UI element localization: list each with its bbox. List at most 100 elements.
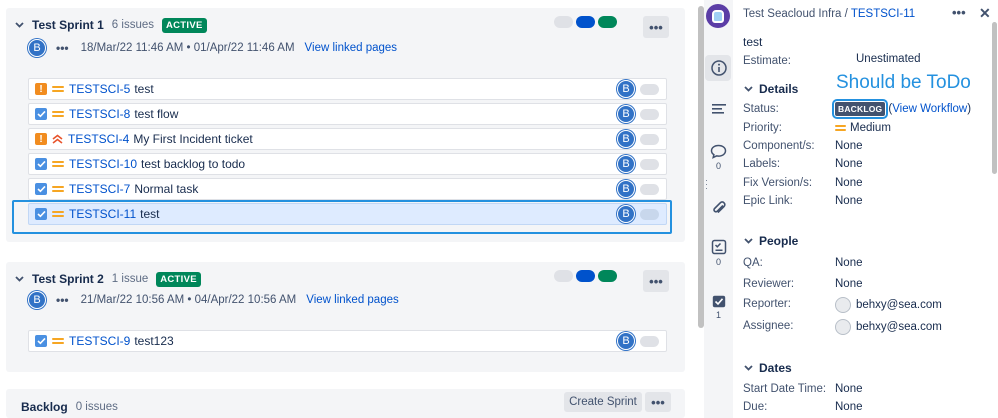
subtask-count: 1 — [715, 310, 721, 320]
sprint-more-button[interactable]: ••• — [643, 16, 669, 38]
view-linked-pages-link[interactable]: View linked pages — [306, 294, 399, 306]
issue-row[interactable]: TESTSCI-8 test flow B — [28, 103, 667, 125]
estimate-toggle[interactable] — [640, 184, 659, 195]
backlog-panel: Backlog 0 issues Create Sprint ••• — [6, 389, 685, 418]
sprint-name: Test Sprint 1 — [32, 18, 104, 32]
due-value[interactable]: None — [835, 401, 863, 413]
issue-key-link[interactable]: TESTSCI-5 — [69, 82, 130, 96]
comment-icon[interactable]: 0 — [704, 144, 733, 171]
in-progress-pill — [576, 270, 595, 282]
qa-label: QA: — [743, 257, 763, 269]
due-label: Due: — [743, 401, 768, 413]
close-icon[interactable]: ✕ — [979, 5, 991, 22]
reviewer-value[interactable]: None — [835, 278, 863, 290]
view-workflow-label[interactable]: View Workflow — [892, 103, 967, 115]
breadcrumb-issue-key-link[interactable]: TESTSCI-11 — [851, 8, 915, 20]
components-value[interactable]: None — [835, 140, 863, 152]
start-date-value[interactable]: None — [835, 383, 863, 395]
sprint-header[interactable]: Test Sprint 1 6 issues ACTIVE — [14, 17, 207, 33]
priority-medium-icon — [52, 186, 64, 192]
sprint-dates: 18/Mar/22 11:46 AM • 01/Apr/22 11:46 AM — [80, 42, 295, 54]
people-section-header[interactable]: People — [743, 234, 798, 248]
status-value: BACKLOG (View Workflow) — [831, 99, 971, 119]
epic-link-label: Epic Link: — [743, 195, 793, 207]
more-icon[interactable]: ••• — [56, 41, 69, 55]
estimate-label: Estimate: — [743, 55, 791, 67]
issue-key-link[interactable]: TESTSCI-7 — [69, 182, 130, 196]
detail-scrollbar[interactable] — [992, 22, 997, 174]
todo-pill — [554, 16, 573, 28]
assignee-avatar[interactable]: B — [617, 80, 635, 98]
issue-row[interactable]: TESTSCI-10 test backlog to todo B — [28, 153, 667, 175]
sprint-more-button[interactable]: ••• — [643, 270, 669, 292]
reporter-value[interactable]: behxy@sea.com — [835, 297, 942, 313]
estimate-toggle[interactable] — [640, 109, 659, 120]
issue-title[interactable]: test — [743, 35, 762, 49]
issue-key-link[interactable]: TESTSCI-4 — [68, 132, 129, 146]
checklist-icon[interactable]: 0 — [704, 239, 733, 267]
avatar[interactable]: B — [28, 39, 46, 57]
status-badge: ACTIVE — [161, 17, 207, 33]
resize-grip-icon[interactable]: · · · — [705, 176, 708, 193]
estimate-toggle[interactable] — [640, 336, 659, 347]
estimate-toggle[interactable] — [640, 84, 659, 95]
attachment-icon[interactable] — [704, 200, 733, 216]
status-label: Status: — [743, 103, 779, 115]
labels-value[interactable]: None — [835, 158, 863, 170]
backlog-header[interactable]: Backlog 0 issues — [21, 399, 118, 415]
chevron-down-icon[interactable] — [743, 236, 753, 246]
backlog-more-button[interactable]: ••• — [645, 392, 671, 412]
details-section-header[interactable]: Details — [743, 82, 798, 96]
todo-pill — [554, 270, 573, 282]
issue-key-link[interactable]: TESTSCI-9 — [69, 334, 130, 348]
issue-row[interactable]: ! TESTSCI-5 test B — [28, 78, 667, 100]
assignee-avatar[interactable]: B — [617, 130, 635, 148]
assignee-avatar[interactable]: B — [617, 332, 635, 350]
issue-row[interactable]: TESTSCI-7 Normal task B — [28, 178, 667, 200]
avatar[interactable]: B — [28, 291, 46, 309]
priority-medium-icon — [52, 86, 64, 92]
status-badge: ACTIVE — [156, 271, 201, 287]
chevron-down-icon[interactable] — [14, 274, 24, 284]
backlog-name: Backlog — [21, 400, 68, 414]
user-avatar-icon — [835, 319, 851, 335]
breadcrumb-project[interactable]: Test Seacloud Infra — [743, 8, 841, 20]
issue-summary: test123 — [134, 334, 174, 348]
in-progress-pill — [576, 16, 595, 28]
chevron-down-icon[interactable] — [743, 84, 753, 94]
dates-section-header[interactable]: Dates — [743, 361, 792, 375]
done-pill — [598, 270, 617, 282]
issue-row[interactable]: ! TESTSCI-4 My First Incident ticket B — [28, 128, 667, 150]
issue-row[interactable]: TESTSCI-9 test123 B — [28, 330, 667, 352]
priority-medium-icon — [52, 111, 64, 117]
subtask-icon[interactable]: 1 — [704, 295, 733, 320]
issue-key-link[interactable]: TESTSCI-8 — [69, 107, 130, 121]
detail-more-button[interactable]: ••• — [952, 5, 966, 20]
estimate-value[interactable]: Unestimated — [856, 53, 921, 65]
info-icon[interactable] — [704, 60, 733, 76]
view-linked-pages-link[interactable]: View linked pages — [305, 42, 398, 54]
assignee-avatar[interactable]: B — [617, 105, 635, 123]
sprint-header[interactable]: Test Sprint 2 1 issue ACTIVE — [14, 271, 201, 287]
issue-key-link[interactable]: TESTSCI-10 — [69, 157, 137, 171]
list-icon[interactable] — [704, 103, 733, 115]
app-logo-icon[interactable] — [706, 4, 730, 28]
priority-value[interactable]: Medium — [835, 122, 891, 134]
assignee-value[interactable]: behxy@sea.com — [835, 319, 942, 335]
assignee-avatar[interactable]: B — [617, 155, 635, 173]
chevron-down-icon[interactable] — [14, 20, 24, 30]
chevron-down-icon[interactable] — [743, 363, 753, 373]
status-lozenge[interactable]: BACKLOG — [831, 99, 889, 119]
more-icon[interactable]: ••• — [56, 293, 69, 307]
assignee-avatar[interactable]: B — [617, 180, 635, 198]
estimate-toggle[interactable] — [640, 159, 659, 170]
epic-link-value[interactable]: None — [835, 195, 863, 207]
reporter-name: behxy@sea.com — [856, 299, 942, 311]
estimate-toggle[interactable] — [640, 134, 659, 145]
task-type-icon — [35, 158, 47, 170]
fix-version-value[interactable]: None — [835, 177, 863, 189]
issue-summary: test flow — [134, 107, 179, 121]
view-workflow-link[interactable]: (View Workflow) — [888, 103, 971, 115]
qa-value[interactable]: None — [835, 257, 863, 269]
create-sprint-button[interactable]: Create Sprint — [564, 392, 642, 412]
